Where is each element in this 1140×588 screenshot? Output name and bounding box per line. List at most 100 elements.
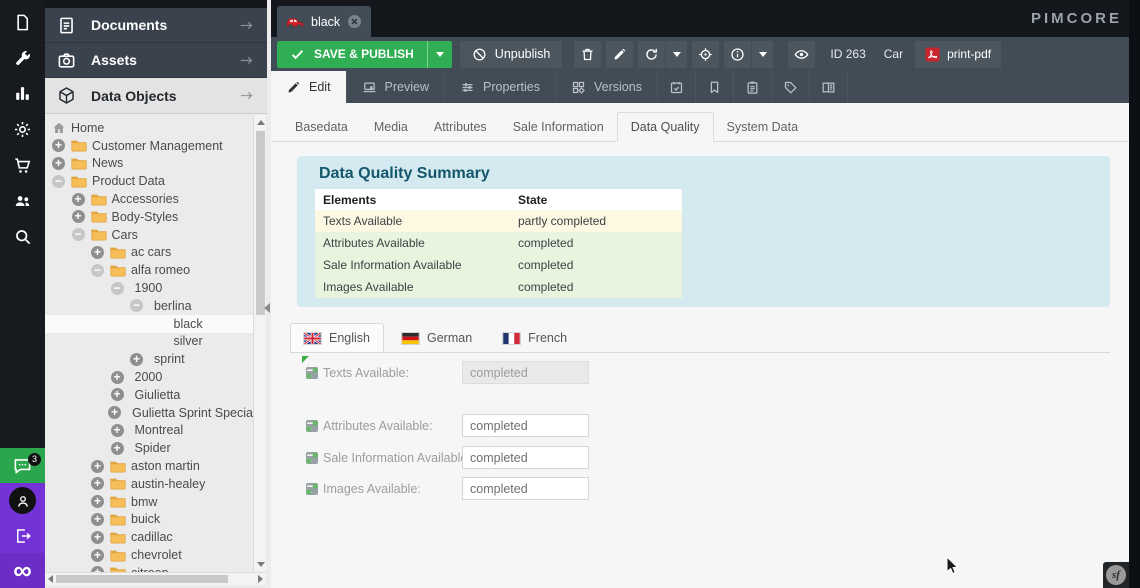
collapse-sidebar-icon[interactable] bbox=[264, 303, 270, 313]
print-pdf-button[interactable]: print-pdf bbox=[915, 41, 1001, 68]
menu-search-button[interactable] bbox=[0, 219, 45, 255]
collapse-icon[interactable]: − bbox=[130, 299, 143, 312]
scroll-up-arrow[interactable] bbox=[257, 120, 265, 125]
close-icon[interactable] bbox=[347, 14, 362, 29]
tree-node-aston-martin[interactable]: +aston martin bbox=[45, 457, 253, 475]
tree-node-Giulietta[interactable]: +Giulietta bbox=[45, 386, 253, 404]
tree-node-Customer-Management[interactable]: +Customer Management bbox=[45, 137, 253, 155]
tab-notes[interactable] bbox=[734, 71, 772, 103]
expand-icon[interactable]: + bbox=[130, 353, 143, 366]
scroll-right-arrow[interactable] bbox=[258, 575, 263, 583]
language-tab-german[interactable]: German bbox=[389, 324, 485, 352]
subtab-sale-information[interactable]: Sale Information bbox=[500, 112, 617, 141]
reload-dropdown-button[interactable] bbox=[665, 41, 687, 68]
notifications-button[interactable]: 3 bbox=[0, 448, 45, 483]
info-button[interactable] bbox=[724, 41, 751, 68]
sidebar-panel-data-objects[interactable]: Data Objects bbox=[45, 78, 267, 114]
menu-documents-button[interactable] bbox=[0, 5, 45, 41]
tree-node-Accessories[interactable]: +Accessories bbox=[45, 190, 253, 208]
tree-node-Spider[interactable]: +Spider bbox=[45, 439, 253, 457]
expand-icon[interactable]: + bbox=[111, 388, 124, 401]
tab-reports[interactable] bbox=[810, 71, 848, 103]
tree-node-2000[interactable]: +2000 bbox=[45, 368, 253, 386]
scrollbar-thumb[interactable] bbox=[256, 131, 265, 315]
tree-node-Montreal[interactable]: +Montreal bbox=[45, 422, 253, 440]
tree-node-black[interactable]: black bbox=[45, 315, 253, 333]
expand-icon[interactable]: + bbox=[52, 139, 65, 152]
tab-bookmark[interactable] bbox=[696, 71, 734, 103]
expand-icon[interactable]: + bbox=[91, 460, 104, 473]
info-dropdown-button[interactable] bbox=[751, 41, 773, 68]
tree-node-ac-cars[interactable]: +ac cars bbox=[45, 244, 253, 262]
unpublish-button[interactable]: Unpublish bbox=[460, 41, 563, 68]
scroll-down-arrow[interactable] bbox=[257, 562, 265, 567]
subtab-attributes[interactable]: Attributes bbox=[421, 112, 500, 141]
open-preview-button[interactable] bbox=[788, 41, 815, 68]
expand-icon[interactable]: + bbox=[111, 424, 124, 437]
tree-horizontal-scrollbar[interactable] bbox=[45, 572, 266, 585]
tree-node-Gulietta-Sprint-Specia[interactable]: +Gulietta Sprint Specia bbox=[45, 404, 253, 422]
tab-tags[interactable] bbox=[772, 71, 810, 103]
collapse-icon[interactable]: − bbox=[72, 228, 85, 241]
expand-icon[interactable]: + bbox=[91, 549, 104, 562]
language-tab-english[interactable]: English bbox=[290, 323, 384, 352]
subtab-data-quality[interactable]: Data Quality bbox=[617, 112, 714, 142]
expand-icon[interactable]: + bbox=[52, 157, 65, 170]
expand-icon[interactable]: + bbox=[91, 513, 104, 526]
tab-edit[interactable]: Edit bbox=[271, 71, 347, 103]
sidebar-panel-documents[interactable]: Documents bbox=[45, 8, 267, 43]
subtab-basedata[interactable]: Basedata bbox=[282, 112, 361, 141]
expand-icon[interactable]: + bbox=[91, 477, 104, 490]
tab-preview[interactable]: Preview bbox=[347, 71, 445, 103]
expand-icon[interactable]: + bbox=[91, 246, 104, 259]
tree-node-buick[interactable]: +buick bbox=[45, 511, 253, 529]
menu-settings-button[interactable] bbox=[0, 112, 45, 148]
expand-icon[interactable]: + bbox=[111, 442, 124, 455]
tree-node-alfa-romeo[interactable]: −alfa romeo bbox=[45, 261, 253, 279]
tree-node-Body-Styles[interactable]: +Body-Styles bbox=[45, 208, 253, 226]
logout-button[interactable] bbox=[0, 518, 45, 553]
scrollbar-thumb[interactable] bbox=[56, 575, 228, 583]
menu-ecommerce-button[interactable] bbox=[0, 147, 45, 183]
tree-node-1900[interactable]: −1900 bbox=[45, 279, 253, 297]
field-value-input[interactable]: completed bbox=[462, 414, 589, 437]
menu-customers-button[interactable] bbox=[0, 183, 45, 219]
field-value-input[interactable]: completed bbox=[462, 477, 589, 500]
sidebar-panel-assets[interactable]: Assets bbox=[45, 43, 267, 78]
rename-button[interactable] bbox=[606, 41, 633, 68]
tab-schedule[interactable] bbox=[658, 71, 696, 103]
tree-node-Home[interactable]: Home bbox=[45, 119, 253, 137]
tree-node-chevrolet[interactable]: +chevrolet bbox=[45, 546, 253, 564]
menu-reports-button[interactable] bbox=[0, 76, 45, 112]
tree-node-silver[interactable]: silver bbox=[45, 333, 253, 351]
user-profile-button[interactable] bbox=[0, 483, 45, 518]
tree-node-News[interactable]: +News bbox=[45, 155, 253, 173]
subtab-media[interactable]: Media bbox=[361, 112, 421, 141]
tree-vertical-scrollbar[interactable] bbox=[253, 115, 266, 572]
expand-icon[interactable]: + bbox=[91, 531, 104, 544]
expand-icon[interactable]: + bbox=[72, 193, 85, 206]
locate-in-tree-button[interactable] bbox=[692, 41, 719, 68]
subtab-system-data[interactable]: System Data bbox=[714, 112, 812, 141]
expand-icon[interactable]: + bbox=[91, 495, 104, 508]
tree-node-bmw[interactable]: +bmw bbox=[45, 493, 253, 511]
save-dropdown-button[interactable] bbox=[427, 41, 452, 68]
scroll-left-arrow[interactable] bbox=[48, 575, 53, 583]
save-publish-button[interactable]: SAVE & PUBLISH bbox=[277, 41, 452, 68]
tree-node-citroen[interactable]: +citroen bbox=[45, 564, 253, 572]
expand-icon[interactable]: + bbox=[72, 210, 85, 223]
delete-button[interactable] bbox=[574, 41, 601, 68]
tab-versions[interactable]: Versions bbox=[556, 71, 658, 103]
tree-node-berlina[interactable]: −berlina bbox=[45, 297, 253, 315]
tree-node-Product-Data[interactable]: −Product Data bbox=[45, 172, 253, 190]
expand-icon[interactable]: + bbox=[108, 406, 121, 419]
language-tab-french[interactable]: French bbox=[490, 324, 580, 352]
collapse-icon[interactable]: − bbox=[111, 282, 124, 295]
menu-tools-button[interactable] bbox=[0, 41, 45, 77]
open-object-tab[interactable]: black bbox=[277, 6, 371, 37]
collapse-icon[interactable]: − bbox=[52, 175, 65, 188]
reload-button[interactable] bbox=[638, 41, 665, 68]
collapse-icon[interactable]: − bbox=[91, 264, 104, 277]
tree-node-cadillac[interactable]: +cadillac bbox=[45, 528, 253, 546]
tree-node-Cars[interactable]: −Cars bbox=[45, 226, 253, 244]
